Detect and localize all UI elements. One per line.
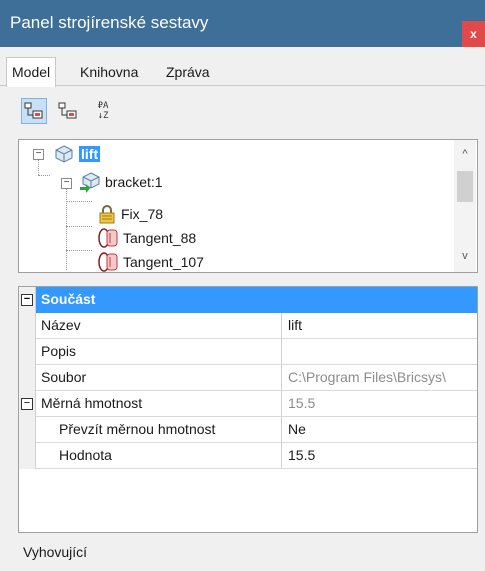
lock-constraint-icon bbox=[99, 205, 115, 224]
tree-node-label: Tangent_88 bbox=[123, 230, 197, 246]
tangent-constraint-icon bbox=[98, 252, 118, 272]
property-name: Popis bbox=[41, 343, 77, 359]
tree-node-label: Fix_78 bbox=[121, 206, 164, 222]
collapse-icon[interactable]: − bbox=[21, 398, 33, 410]
tree-node-label: Tangent_107 bbox=[123, 254, 204, 270]
assembly-icon bbox=[55, 145, 73, 163]
tab-model[interactable]: Model bbox=[6, 57, 57, 87]
property-value[interactable]: lift bbox=[281, 313, 477, 338]
tree-node-label: lift bbox=[79, 146, 101, 162]
tree-line bbox=[38, 159, 39, 175]
row-gutter bbox=[19, 365, 36, 391]
property-value[interactable] bbox=[281, 339, 477, 364]
row-gutter: − bbox=[19, 391, 36, 417]
property-value[interactable]: 15.5 bbox=[281, 443, 477, 468]
properties-grid: − Součást Název lift Popis Soubor C:\Pro… bbox=[18, 286, 478, 533]
property-value[interactable]: 15.5 bbox=[281, 391, 477, 416]
section-title: Součást bbox=[41, 291, 96, 307]
component-insert-icon bbox=[80, 172, 100, 193]
tree-node-tangent-107[interactable]: Tangent_107 bbox=[97, 250, 204, 272]
property-row[interactable]: Hodnota 15.5 bbox=[19, 443, 477, 469]
row-gutter bbox=[19, 313, 36, 339]
tree-node-tangent-88[interactable]: Tangent_88 bbox=[97, 226, 196, 250]
collapse-icon[interactable]: − bbox=[21, 294, 33, 306]
close-button[interactable]: x bbox=[462, 21, 485, 47]
tab-knihovna[interactable]: Knihovna bbox=[75, 60, 143, 85]
tree-line bbox=[66, 201, 92, 202]
expander-lift[interactable]: − bbox=[33, 149, 44, 160]
tab-zprava[interactable]: Zpráva bbox=[161, 60, 215, 85]
property-row[interactable]: − Měrná hmotnost 15.5 bbox=[19, 391, 477, 417]
property-name: Soubor bbox=[41, 369, 87, 385]
property-row[interactable]: Převzít měrnou hmotnost Ne bbox=[19, 417, 477, 443]
tree-view-button[interactable] bbox=[21, 98, 47, 124]
property-row[interactable]: Soubor C:\Program Files\Bricsys\ bbox=[19, 365, 477, 391]
assembly-tree[interactable]: − lift − bracket:1 Fix_78 Tangent_88 Tan… bbox=[18, 139, 478, 273]
property-value[interactable]: C:\Program Files\Bricsys\ bbox=[281, 365, 477, 390]
tangent-constraint-icon bbox=[98, 228, 118, 248]
property-section-header[interactable]: − Součást bbox=[19, 287, 477, 313]
property-name: Hodnota bbox=[59, 447, 112, 463]
row-gutter bbox=[19, 443, 36, 469]
property-name: Název bbox=[41, 317, 81, 333]
scroll-up-icon[interactable]: ^ bbox=[459, 148, 471, 160]
property-row[interactable]: Popis bbox=[19, 339, 477, 365]
status-text: Vyhovující bbox=[23, 544, 88, 560]
tree-line bbox=[66, 250, 92, 251]
expander-bracket[interactable]: − bbox=[61, 178, 72, 189]
property-name: Převzít měrnou hmotnost bbox=[59, 421, 216, 437]
tree-line bbox=[66, 184, 67, 270]
title-bar: Panel strojírenské sestavy x bbox=[0, 0, 485, 47]
tree-view-icon bbox=[24, 102, 43, 119]
scrollbar-thumb[interactable] bbox=[457, 171, 473, 202]
row-gutter bbox=[19, 417, 36, 443]
sort-button[interactable]: ₽A ↓Z bbox=[90, 98, 116, 124]
close-icon: x bbox=[470, 27, 477, 41]
tree-line bbox=[66, 226, 92, 227]
row-gutter: − bbox=[19, 287, 36, 313]
scroll-down-icon[interactable]: v bbox=[459, 250, 471, 262]
row-gutter bbox=[19, 339, 36, 365]
window-title: Panel strojírenské sestavy bbox=[10, 13, 209, 32]
tree-node-bracket[interactable]: bracket:1 bbox=[79, 170, 163, 194]
tree-view-alt-icon bbox=[58, 102, 77, 119]
tree-node-lift[interactable]: lift bbox=[53, 142, 101, 166]
tree-line bbox=[38, 175, 50, 176]
property-value[interactable]: Ne bbox=[281, 417, 477, 442]
property-name: Měrná hmotnost bbox=[41, 395, 143, 411]
tab-bar: Model Knihovna Zpráva bbox=[0, 57, 485, 87]
tree-view-alt-button[interactable] bbox=[55, 98, 81, 124]
tree-scrollbar[interactable]: ^ v bbox=[454, 140, 476, 272]
tree-node-label: bracket:1 bbox=[105, 174, 163, 190]
sort-az-icon: ₽A ↓Z bbox=[97, 101, 109, 121]
tree-node-fix[interactable]: Fix_78 bbox=[97, 202, 163, 226]
property-row[interactable]: Název lift bbox=[19, 313, 477, 339]
